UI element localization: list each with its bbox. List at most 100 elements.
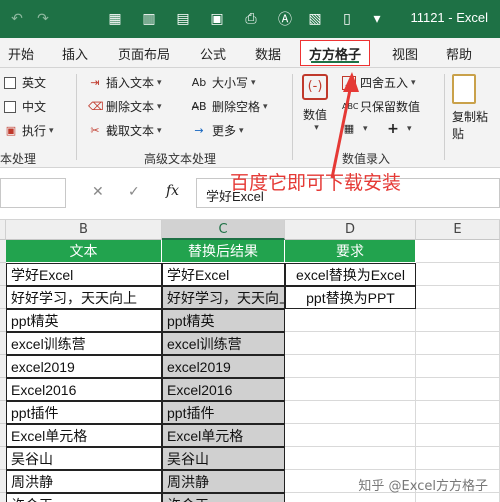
table-cell[interactable]: 好好学习，天天向上	[162, 286, 285, 309]
text-box-icon[interactable]: Ⓐ	[274, 8, 296, 30]
table-cell[interactable]	[416, 309, 500, 332]
image-icon[interactable]: ▣	[206, 8, 228, 30]
table-cell[interactable]	[416, 493, 500, 502]
file-icon[interactable]: ▯	[336, 8, 358, 30]
table-cell[interactable]	[416, 424, 500, 447]
table-cell[interactable]: ppt精英	[162, 309, 285, 332]
tab-formulas[interactable]: 公式	[200, 44, 226, 63]
insert-text-icon: ⇥	[90, 75, 100, 89]
tab-help[interactable]: 帮助	[446, 44, 472, 63]
table-cell[interactable]: 学好Excel	[6, 263, 162, 286]
table-cell[interactable]: 好好学习，天天向上	[6, 286, 162, 309]
format-icon[interactable]: ▧	[304, 8, 326, 30]
table-cell[interactable]: Excel单元格	[162, 424, 285, 447]
undo-icon[interactable]: ↶	[6, 8, 28, 30]
table-cell[interactable]	[416, 447, 500, 470]
format-button[interactable]: ▦ ▾	[342, 122, 368, 136]
table-cell[interactable]	[416, 355, 500, 378]
table-cell[interactable]	[285, 424, 416, 447]
table-cell[interactable]: 吴谷山	[162, 447, 285, 470]
group-label-text: 数值录入	[342, 152, 391, 166]
table-cell[interactable]: Excel2016	[162, 378, 285, 401]
insert-text-button[interactable]: ⇥ 插入文本 ▾	[88, 74, 161, 91]
table-cell[interactable]	[285, 401, 416, 424]
header-cell-text[interactable]: 文本	[6, 240, 162, 263]
table-icon[interactable]: ▦	[104, 8, 126, 30]
extract-text-button[interactable]: ✂ 截取文本 ▾	[88, 122, 161, 139]
table-cell[interactable]	[285, 378, 416, 401]
case-button[interactable]: Ab 大小写 ▾	[190, 74, 256, 91]
tab-view[interactable]: 视图	[392, 44, 418, 63]
chevron-down-icon: ▾	[411, 77, 416, 88]
table-cell[interactable]	[416, 263, 500, 286]
table-cell[interactable]	[285, 309, 416, 332]
confirm-icon[interactable]: ✓	[128, 184, 140, 200]
tab-page-layout[interactable]: 页面布局	[118, 44, 170, 63]
add-button[interactable]: + ▾	[386, 121, 411, 137]
table-cell[interactable]	[416, 401, 500, 424]
table-cell[interactable]: 许会天	[6, 493, 162, 502]
tab-insert[interactable]: 插入	[62, 44, 88, 63]
table-cell[interactable]: 吴谷山	[6, 447, 162, 470]
copy-paste-button[interactable]: 复制粘 贴	[452, 74, 488, 142]
keep-value-icon: ABC	[342, 101, 359, 111]
table-cell[interactable]: excel2019	[6, 355, 162, 378]
header-cell-result[interactable]: 替换后结果	[162, 240, 285, 263]
round-label: 四舍五入	[360, 76, 409, 90]
table-cell[interactable]: excel训练营	[6, 332, 162, 355]
table-cell[interactable]: excel2019	[162, 355, 285, 378]
grid-icon[interactable]: ▤	[172, 8, 194, 30]
plus-icon: +	[387, 121, 399, 137]
table-cell[interactable]: 学好Excel	[162, 263, 285, 286]
column-header-d[interactable]: D	[285, 220, 416, 240]
header-cell-requirement[interactable]: 要求	[285, 240, 416, 263]
table-cell[interactable]: 许会天	[162, 493, 285, 502]
table-cell[interactable]	[285, 493, 416, 502]
tab-data[interactable]: 数据	[255, 44, 281, 63]
english-checkbox[interactable]: 英文	[4, 74, 46, 91]
table-cell[interactable]: ppt插件	[6, 401, 162, 424]
tab-home[interactable]: 开始	[8, 44, 34, 63]
table-cell[interactable]: 周洪静	[6, 470, 162, 493]
chinese-checkbox[interactable]: 中文	[4, 98, 46, 115]
watermark-text: 知乎 @Excel方方格子	[358, 479, 488, 494]
table-cell[interactable]	[416, 332, 500, 355]
keep-value-button[interactable]: ABC 只保留数值	[342, 98, 420, 115]
redo-icon[interactable]: ↷	[32, 8, 54, 30]
table-cell[interactable]: 周洪静	[162, 470, 285, 493]
table-cell[interactable]: excel训练营	[162, 332, 285, 355]
table-cell[interactable]: ppt插件	[162, 401, 285, 424]
table-cell[interactable]: excel替换为Excel	[285, 263, 416, 286]
table-cell[interactable]: ppt精英	[6, 309, 162, 332]
value-button[interactable]: (-) 数值 ▾	[302, 74, 328, 133]
table-cell[interactable]	[285, 447, 416, 470]
column-header-c[interactable]: C	[162, 220, 285, 240]
chart-icon[interactable]: ▥	[138, 8, 160, 30]
checkbox-icon	[4, 100, 16, 113]
round-button[interactable]: .0 四舍五入 ▾	[342, 74, 416, 91]
dropdown-icon[interactable]: ▾	[366, 8, 388, 30]
chevron-down-icon: ▾	[49, 125, 54, 136]
table-cell[interactable]: Excel单元格	[6, 424, 162, 447]
fx-icon[interactable]: fx	[166, 183, 179, 199]
table-cell[interactable]	[416, 240, 500, 263]
more-button[interactable]: → 更多 ▾	[190, 122, 243, 139]
arrow-right-icon: →	[194, 123, 204, 137]
name-box[interactable]	[0, 178, 66, 208]
column-header-e[interactable]: E	[416, 220, 500, 240]
table-cell[interactable]: ppt替换为PPT	[285, 286, 416, 309]
column-header-b[interactable]: B	[6, 220, 162, 240]
delete-text-button[interactable]: ⌫ 删除文本 ▾	[88, 98, 162, 115]
table-cell[interactable]	[416, 286, 500, 309]
execute-button[interactable]: ▣ 执行 ▾	[4, 122, 54, 139]
table-cell[interactable]	[416, 378, 500, 401]
print-icon[interactable]: ⎙	[240, 8, 262, 30]
tab-fangfang[interactable]: 方方格子	[300, 40, 371, 66]
delete-space-button[interactable]: A̶B 删除空格 ▾	[190, 98, 267, 115]
divider	[76, 74, 77, 160]
table-cell[interactable]	[285, 332, 416, 355]
table-cell[interactable]: Excel2016	[6, 378, 162, 401]
table-cell[interactable]	[285, 355, 416, 378]
extract-text-icon: ✂	[90, 123, 100, 137]
cancel-icon[interactable]: ✕	[92, 184, 104, 200]
